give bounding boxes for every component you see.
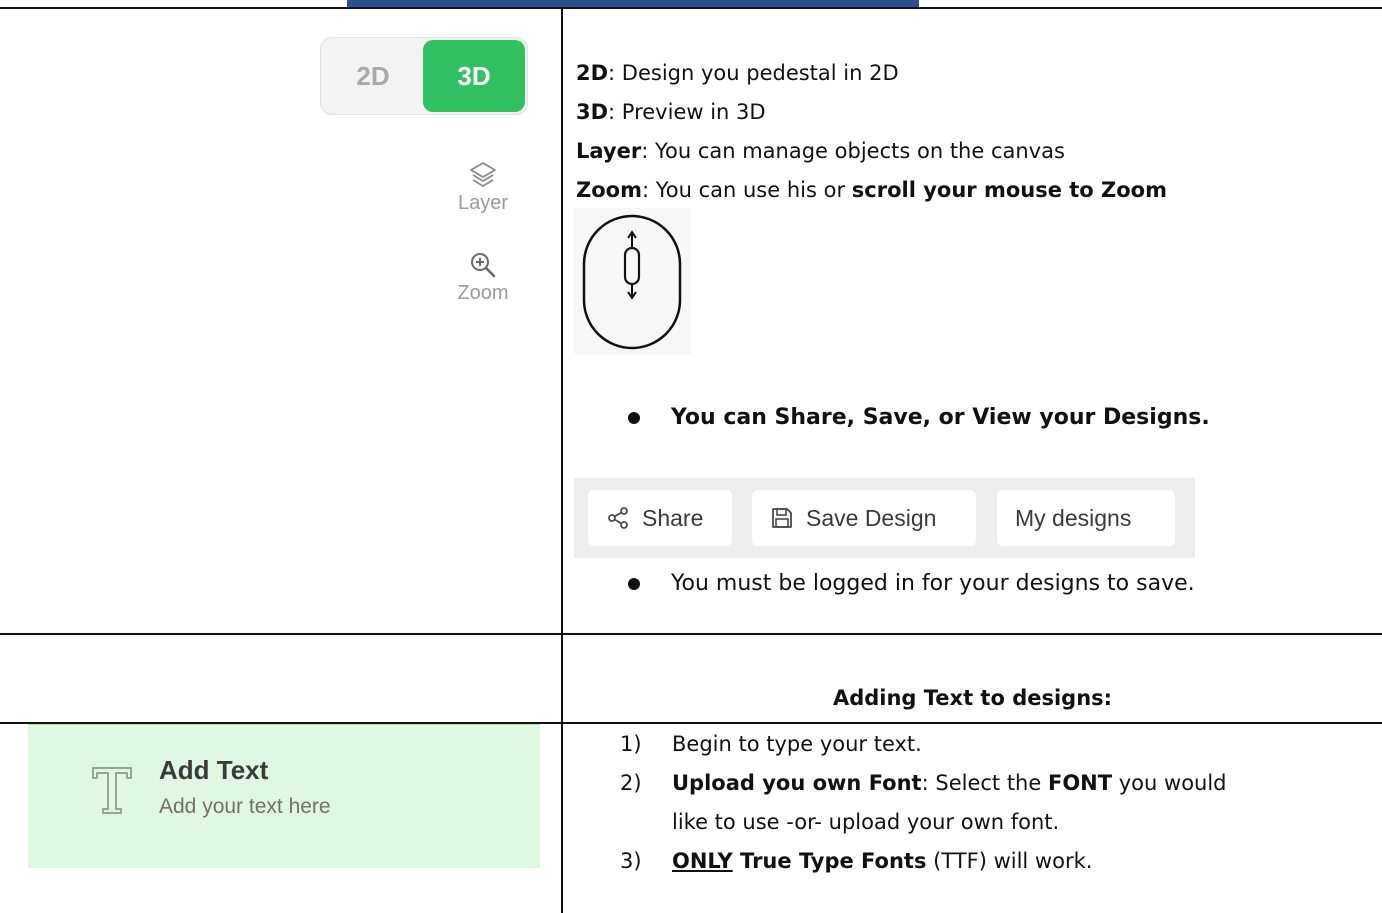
view-mode-toggle: 2D 3D (320, 37, 528, 115)
save-design-button[interactable]: Save Design (752, 490, 976, 546)
zoom-tool-button[interactable]: Zoom (443, 250, 523, 305)
add-text-subtitle: Add your text here (159, 795, 331, 818)
layers-icon (470, 162, 496, 187)
text-tool-icon (92, 767, 132, 814)
save-icon (772, 508, 792, 528)
add-text-card[interactable]: Add Text Add your text here (28, 724, 540, 868)
my-designs-button[interactable]: My designs (997, 490, 1175, 546)
design-actions-bar: Share Save Design My designs (574, 478, 1195, 558)
share-icon (608, 507, 628, 529)
add-text-title: Add Text (159, 755, 269, 785)
zoom-label: Zoom (457, 282, 509, 304)
table-column-divider (561, 7, 563, 913)
layer-label: Layer (457, 192, 509, 214)
section-heading: Adding Text to designs: (832, 686, 1113, 710)
intro-line-zoom: Zoom: You can use his or scroll your mou… (576, 178, 1167, 202)
mouse-scroll-illustration (574, 208, 691, 354)
share-label: Share (642, 505, 704, 531)
bullet-share-save-view: You can Share, Save, or View your Design… (671, 405, 1210, 430)
intro-line-2d: 2D: Design you pedestal in 2D (576, 61, 899, 85)
my-designs-label: My designs (1015, 505, 1132, 531)
bullet-dot (628, 412, 640, 424)
share-button[interactable]: Share (588, 490, 732, 546)
mouse-icon (582, 214, 682, 350)
toggle-3d-button[interactable]: 3D (423, 40, 525, 112)
table-top-border (0, 7, 1382, 9)
table-row-divider-1 (0, 633, 1382, 635)
intro-line-3d: 3D: Preview in 3D (576, 100, 766, 124)
layer-tool-button[interactable]: Layer (443, 160, 523, 215)
intro-line-layer: Layer: You can manage objects on the can… (576, 139, 1065, 163)
zoom-in-icon (471, 253, 496, 278)
bullet-dot (628, 578, 640, 590)
toggle-2d-button[interactable]: 2D (321, 38, 425, 114)
bullet-logged-in: You must be logged in for your designs t… (671, 571, 1195, 596)
save-design-label: Save Design (806, 505, 937, 531)
